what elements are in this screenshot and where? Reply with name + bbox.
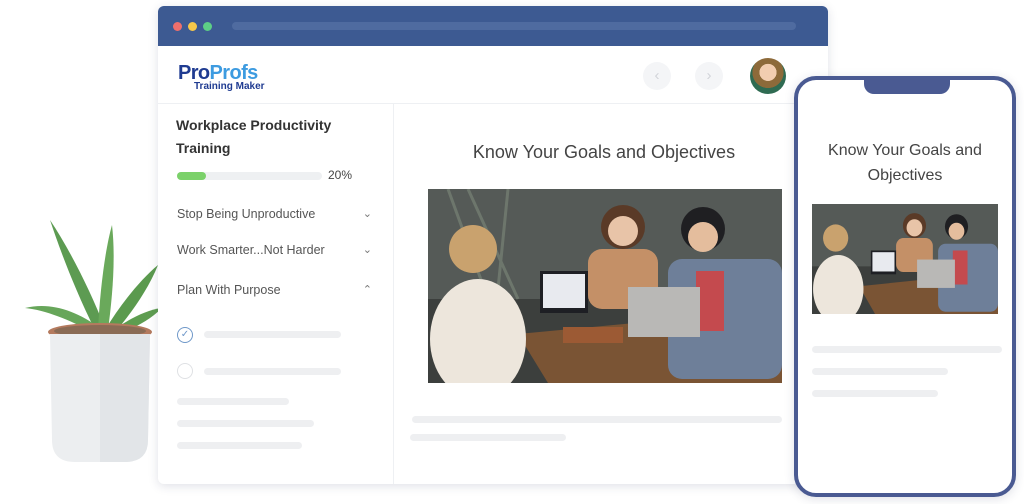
check-circle-icon[interactable]: ✓ [177, 327, 193, 343]
lesson-placeholder[interactable] [204, 368, 341, 375]
module-label: Plan With Purpose [177, 283, 281, 297]
lesson-title: Know Your Goals and Objectives [472, 142, 736, 162]
empty-circle-icon[interactable] [177, 363, 193, 379]
app-header: ProProfs Training Maker ‹ › [158, 46, 828, 104]
browser-titlebar [158, 6, 828, 46]
phone-notch [864, 76, 950, 94]
plant-decoration [25, 220, 162, 462]
lesson-placeholder[interactable] [204, 331, 341, 338]
maximize-window-button[interactable] [203, 22, 212, 31]
phone-lesson-title: Know Your Goals and Objectives [828, 142, 982, 184]
module-label: Work Smarter...Not Harder [177, 243, 325, 257]
chevron-down-icon[interactable]: ⌄ [363, 243, 372, 256]
text-placeholder [177, 420, 314, 427]
browser-window: ProProfs Training Maker ‹ › Workplace Pr… [158, 6, 828, 484]
previous-button[interactable]: ‹ [643, 62, 671, 90]
text-placeholder [177, 442, 302, 449]
chevron-down-icon[interactable]: ⌄ [363, 207, 372, 220]
text-placeholder [177, 398, 289, 405]
text-placeholder [812, 346, 1002, 353]
module-item[interactable]: Plan With Purpose ⌃ [177, 283, 372, 297]
logo-subtitle: Training Maker [194, 81, 265, 92]
course-sidebar: Workplace Productivity Training 20% Stop… [158, 104, 394, 484]
close-window-button[interactable] [173, 22, 182, 31]
address-bar[interactable] [232, 22, 796, 30]
module-item[interactable]: Work Smarter...Not Harder ⌄ [177, 243, 372, 257]
module-item[interactable]: Stop Being Unproductive ⌄ [177, 207, 372, 221]
progress-bar [177, 172, 322, 180]
aloe-leaves [25, 220, 162, 336]
progress-fill [177, 172, 206, 180]
progress-label: 20% [328, 168, 353, 182]
proprofs-logo[interactable]: ProProfs Training Maker [178, 63, 265, 92]
chevron-left-icon: ‹ [654, 67, 660, 84]
avatar[interactable] [750, 58, 786, 94]
lesson-image [428, 189, 782, 383]
text-placeholder [812, 390, 938, 397]
phone-lesson-image [812, 204, 998, 314]
module-label: Stop Being Unproductive [177, 207, 316, 221]
text-placeholder [812, 368, 948, 375]
course-title: Workplace Productivity Training [176, 117, 332, 156]
next-button[interactable]: › [695, 62, 723, 90]
text-placeholder [410, 434, 566, 441]
phone-preview: Know Your Goals and Objectives [794, 76, 1016, 497]
chevron-right-icon: › [706, 67, 712, 84]
minimize-window-button[interactable] [188, 22, 197, 31]
text-placeholder [412, 416, 782, 423]
chevron-up-icon[interactable]: ⌃ [363, 283, 372, 296]
lesson-content: Know Your Goals and Objectives [394, 104, 828, 484]
